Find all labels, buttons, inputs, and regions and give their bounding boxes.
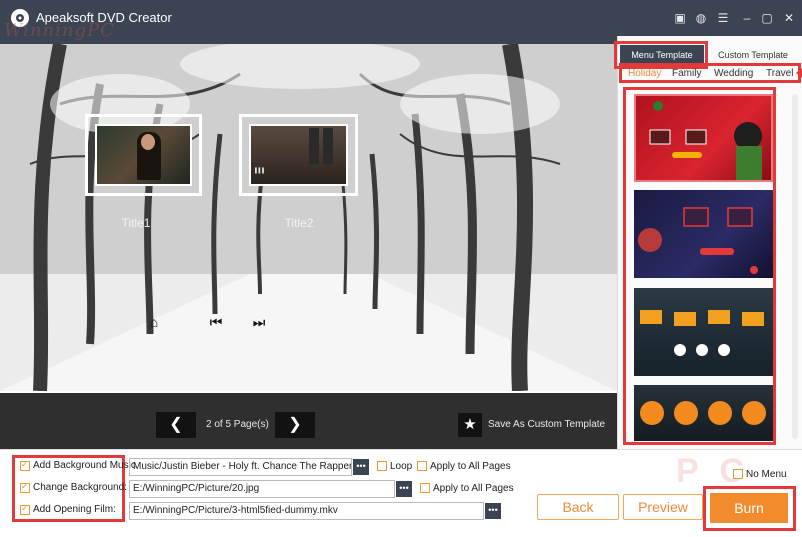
template-christmas-red[interactable] bbox=[634, 94, 773, 182]
browse-music-button[interactable]: ••• bbox=[353, 459, 369, 475]
template-panel: Menu Template Custom Template Holiday Fa… bbox=[614, 36, 802, 449]
template-scrollbar[interactable] bbox=[792, 94, 798, 439]
next-page-button[interactable]: ❯ bbox=[275, 412, 315, 438]
browse-opening-film-button[interactable]: ••• bbox=[485, 503, 501, 519]
title-bar: Apeaksoft DVD Creator ▣ ◍ ☰ – ▢ ✕ bbox=[0, 0, 802, 36]
loop-label: Loop bbox=[390, 461, 413, 472]
browse-background-button[interactable]: ••• bbox=[396, 481, 412, 497]
template-halloween-dark-art bbox=[640, 310, 764, 356]
minimize-icon[interactable]: – bbox=[738, 9, 756, 27]
apply-all-music-label: Apply to All Pages bbox=[430, 461, 511, 472]
loop-checkbox[interactable] bbox=[377, 461, 387, 471]
home-icon[interactable]: ⌂ bbox=[144, 312, 164, 332]
add-background-music-label: Add Background Music bbox=[33, 460, 136, 471]
menu-icon[interactable]: ☰ bbox=[714, 9, 732, 27]
menu-preview: ▌▌▌ Title1 Title2 ⌂ ⏮ ⏭ bbox=[0, 44, 617, 391]
apply-all-music-checkbox[interactable] bbox=[417, 461, 427, 471]
template-night-sky[interactable] bbox=[634, 190, 773, 278]
category-bar: Holiday Family Wedding Travel bbox=[622, 66, 802, 83]
background-music-path-field[interactable]: Music/Justin Bieber - Holy ft. Chance Th… bbox=[129, 458, 352, 476]
page-count: 2 of 5 Page(s) bbox=[206, 419, 269, 430]
close-icon[interactable]: ✕ bbox=[780, 9, 798, 27]
previous-page-button[interactable]: ❮ bbox=[156, 412, 196, 438]
opening-film-path-field[interactable]: E:/WinningPC/Picture/3-html5fied-dummy.m… bbox=[129, 502, 484, 520]
category-holiday[interactable]: Holiday bbox=[628, 66, 662, 83]
title1-thumbnail[interactable] bbox=[85, 114, 202, 196]
category-scroll-arrow-icon[interactable] bbox=[796, 68, 802, 78]
template-list bbox=[627, 91, 774, 441]
template-night-sky-art bbox=[638, 207, 758, 274]
tab-custom-template[interactable]: Custom Template bbox=[708, 45, 798, 65]
add-opening-film-checkbox[interactable] bbox=[20, 503, 30, 515]
back-button[interactable]: Back bbox=[537, 494, 619, 520]
template-pumpkins-art bbox=[640, 401, 766, 425]
template-halloween-dark[interactable] bbox=[634, 288, 773, 376]
title1-label[interactable]: Title1 bbox=[96, 216, 176, 230]
apply-all-background-label: Apply to All Pages bbox=[433, 483, 514, 494]
background-image-path-field[interactable]: E:/WinningPC/Picture/20.jpg bbox=[129, 480, 395, 498]
maximize-icon[interactable]: ▢ bbox=[758, 9, 776, 27]
template-christmas-red-art bbox=[649, 101, 762, 180]
apply-all-background-checkbox[interactable] bbox=[420, 483, 430, 493]
save-template-label: Save As Custom Template bbox=[488, 419, 606, 430]
next-chapter-icon[interactable]: ⏭ bbox=[249, 312, 269, 332]
category-wedding[interactable]: Wedding bbox=[714, 66, 753, 82]
preview-button[interactable]: Preview bbox=[623, 494, 703, 520]
save-icon[interactable]: ▣ bbox=[671, 9, 689, 27]
page-navigation-bar: ❮ 2 of 5 Page(s) ❯ ★ Save As Custom Temp… bbox=[0, 393, 617, 449]
watermark: WinningPC bbox=[4, 20, 115, 41]
category-travel[interactable]: Travel bbox=[766, 66, 794, 82]
burn-button[interactable]: Burn bbox=[710, 493, 788, 523]
title2-thumbnail[interactable]: ▌▌▌ bbox=[239, 114, 358, 196]
no-menu-checkbox[interactable] bbox=[733, 469, 743, 479]
tab-menu-template[interactable]: Menu Template bbox=[620, 45, 704, 65]
title2-video-frame: ▌▌▌ bbox=[249, 124, 348, 186]
no-menu-label: No Menu bbox=[746, 469, 787, 480]
first-chapter-icon[interactable]: ⏮ bbox=[206, 312, 226, 332]
feedback-icon[interactable]: ◍ bbox=[692, 9, 710, 27]
change-background-label: Change Background: bbox=[33, 482, 127, 493]
add-opening-film-label: Add Opening Film: bbox=[33, 504, 116, 515]
change-background-checkbox[interactable] bbox=[20, 481, 30, 493]
category-family[interactable]: Family bbox=[672, 66, 701, 82]
title2-label[interactable]: Title2 bbox=[259, 216, 339, 230]
add-background-music-checkbox[interactable] bbox=[20, 459, 30, 471]
star-icon: ★ bbox=[458, 413, 482, 437]
template-pumpkins[interactable] bbox=[634, 385, 773, 441]
title1-video-frame bbox=[95, 124, 192, 186]
